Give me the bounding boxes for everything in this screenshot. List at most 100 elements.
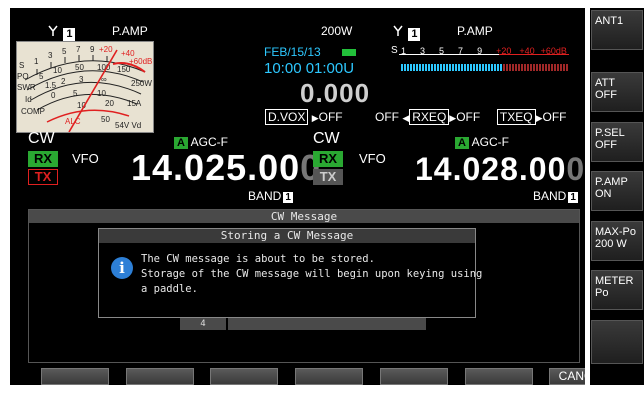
- frequency-digits: 14.028.00: [415, 151, 567, 187]
- antenna-number: 1: [63, 28, 76, 41]
- dvox-control[interactable]: D.VOX ▶OFF: [265, 109, 343, 125]
- time-display: 10:00 01:00U: [264, 60, 355, 77]
- mode-left: CW: [28, 130, 55, 147]
- dialog-message: The CW message is about to be stored. St…: [141, 252, 482, 297]
- side-value: 200 W: [595, 238, 627, 250]
- rx-indicator-right: RX: [313, 151, 343, 167]
- band-left: BAND 1: [248, 189, 293, 203]
- sub-meter-bar: [401, 64, 503, 71]
- scale-40: +40: [519, 46, 535, 56]
- svg-text:3: 3: [79, 75, 84, 84]
- side-button-panel: ANT1 ATT OFF P.SEL OFF P.AMP ON MAX-Po 200 W…: [590, 8, 644, 385]
- eq-controls: OFF ◀ RXEQ ▶OFF TXEQ ▶OFF: [375, 109, 566, 125]
- side-value: OFF: [595, 89, 617, 101]
- softkey-f3[interactable]: [210, 368, 278, 385]
- scale-9: 9: [477, 46, 483, 56]
- svg-text:150: 150: [117, 65, 131, 74]
- antenna-icon-right: 1: [393, 25, 421, 41]
- band-number: 1: [283, 192, 293, 203]
- scale-5: 5: [439, 46, 445, 56]
- side-value: Po: [595, 287, 609, 299]
- pamp-button[interactable]: P.AMP ON: [591, 171, 643, 211]
- sub-s-meter: S 1 3 5 7 9 +20 +40 +60dB: [391, 45, 583, 75]
- date-text: FEB/15/13: [264, 45, 321, 59]
- vfo-right: VFO: [359, 151, 386, 166]
- swr-meter-label: SWR: [17, 83, 36, 92]
- scale-60: +60dB: [540, 46, 567, 56]
- message-line: The CW message is about to be stored.: [141, 253, 375, 265]
- analog-meter: 13579 5 10 50 100 150 1.5 2 3 ∞ 0 5 10 10 20 50 +2…: [16, 41, 154, 133]
- side-label: P.AMP: [595, 176, 628, 188]
- psel-button[interactable]: P.SEL OFF: [591, 122, 643, 162]
- band-label: BAND: [248, 189, 282, 203]
- side-label: P.SEL: [595, 127, 625, 139]
- side-label: METER: [595, 275, 634, 287]
- pamp-label-right: P.AMP: [457, 24, 493, 38]
- softkey-f5[interactable]: [380, 368, 448, 385]
- frequency-left: 14.025.000: [131, 147, 321, 189]
- antenna-icon: [48, 25, 58, 36]
- dvox-state: OFF: [318, 110, 343, 124]
- svg-text:3: 3: [48, 51, 53, 60]
- svg-text:50: 50: [75, 63, 84, 72]
- watt-scale-label: 250W: [131, 79, 152, 88]
- side-label: ATT: [595, 77, 615, 89]
- frequency-last-digit: 0: [566, 151, 585, 187]
- softkey-f4[interactable]: [295, 368, 363, 385]
- meter-button[interactable]: METER Po: [591, 270, 643, 310]
- s-label: S: [391, 45, 398, 56]
- svg-text:50: 50: [101, 115, 110, 124]
- cancel-button[interactable]: CANCEL: [549, 368, 585, 385]
- message-slot-bar: [228, 318, 426, 330]
- scale-1: 1: [401, 46, 407, 56]
- arrow-right-icon: ▶: [311, 113, 319, 123]
- id-meter-label: Id: [25, 95, 32, 104]
- side-value: OFF: [595, 139, 617, 151]
- svg-text:0: 0: [51, 91, 56, 100]
- power-label: 200W: [321, 24, 353, 38]
- agc-tag: A: [455, 137, 469, 149]
- softkey-f2[interactable]: [126, 368, 194, 385]
- svg-text:+20: +20: [99, 45, 113, 54]
- frequency-digits: 14.025.00: [131, 147, 301, 188]
- max-po-button[interactable]: MAX-Po 200 W: [591, 221, 643, 261]
- db-scale-label: +60dB: [129, 57, 152, 66]
- txeq-button[interactable]: TXEQ: [496, 109, 536, 125]
- message-line: Storage of the CW message will begin upo…: [141, 268, 483, 280]
- mode-right: CW: [313, 130, 340, 147]
- band-right: BAND 1: [533, 189, 578, 203]
- dialog-title: Storing a CW Message: [99, 229, 475, 243]
- frequency-right: 14.028.000: [415, 151, 585, 188]
- tx-indicator-left: TX: [28, 169, 58, 185]
- svg-text:10: 10: [97, 89, 106, 98]
- antenna-icon: [393, 25, 403, 36]
- blank-side-button[interactable]: [591, 320, 643, 364]
- rxeq-button[interactable]: RXEQ: [409, 109, 450, 125]
- softkey-f6[interactable]: [465, 368, 533, 385]
- message-slot[interactable]: 4: [180, 318, 226, 330]
- svg-text:10: 10: [53, 66, 62, 75]
- scale-7: 7: [458, 46, 464, 56]
- rx-indicator-left: RX: [28, 151, 58, 167]
- band-number: 1: [568, 192, 578, 203]
- comp-meter-label: COMP: [21, 107, 45, 116]
- s-meter-label: S: [19, 61, 24, 70]
- ant1-button[interactable]: ANT1: [591, 10, 643, 50]
- radio-display: 1 P.AMP 200W 13579 5 10 50 100 150 1.5 2 3 ∞ 05…: [10, 8, 585, 385]
- storing-dialog: Storing a CW Message i The CW message is…: [98, 228, 482, 318]
- side-label: MAX-Po: [595, 226, 636, 238]
- svg-text:20: 20: [105, 99, 114, 108]
- scale-3: 3: [420, 46, 426, 56]
- softkey-f1[interactable]: [41, 368, 109, 385]
- svg-text:1: 1: [34, 57, 39, 66]
- pamp-label-left: P.AMP: [112, 24, 148, 38]
- svg-text:5: 5: [39, 72, 44, 81]
- antenna-number: 1: [408, 28, 421, 41]
- dvox-label: D.VOX: [265, 109, 309, 125]
- amp-scale-label: 15A: [127, 99, 142, 108]
- info-icon: i: [111, 257, 133, 279]
- att-button[interactable]: ATT OFF: [591, 72, 643, 112]
- date-display: FEB/15/13: [264, 45, 357, 59]
- window-title: CW Message: [29, 210, 579, 223]
- vfo-left: VFO: [72, 151, 99, 166]
